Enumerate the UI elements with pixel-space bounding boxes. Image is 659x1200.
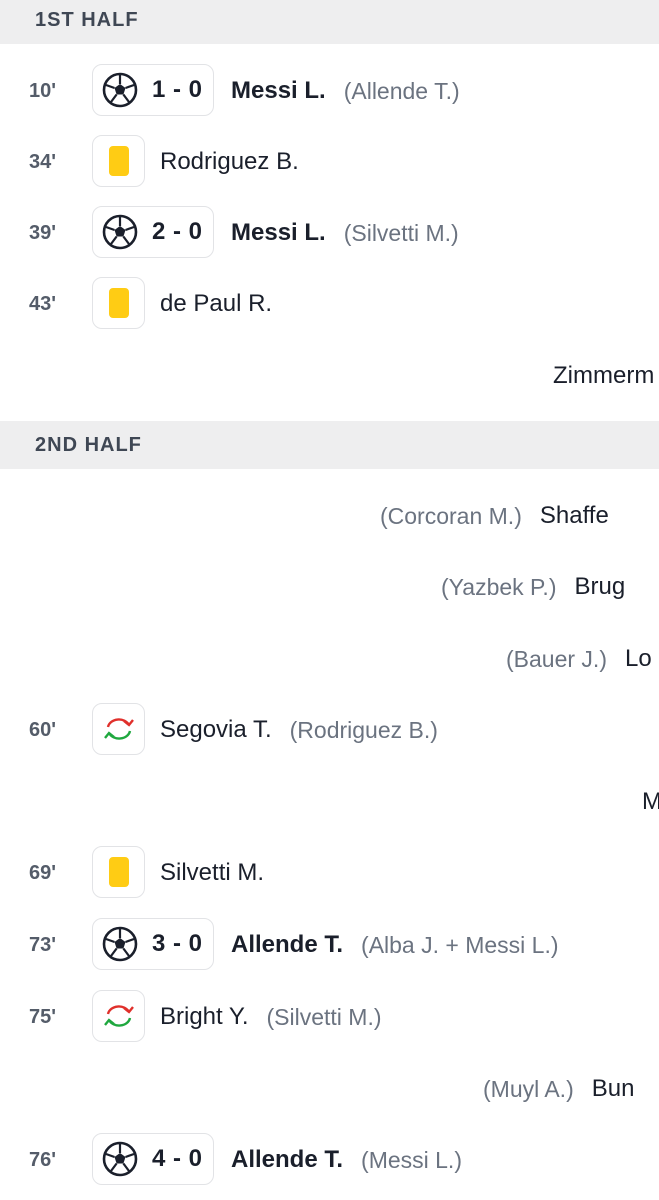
event-minute: 39' bbox=[29, 221, 57, 244]
player-name[interactable]: Shaffe bbox=[540, 502, 609, 530]
event-minute: 34' bbox=[29, 150, 57, 173]
goal-badge: 4 - 0 bbox=[92, 1133, 214, 1185]
event-text: Allende T. (Alba J. + Messi L.) bbox=[231, 931, 559, 959]
event-text: Rodriguez B. bbox=[160, 148, 299, 176]
event-text: de Paul R. bbox=[160, 290, 272, 318]
event-text: Silvetti M. bbox=[160, 859, 264, 887]
player-name[interactable]: Bun bbox=[592, 1075, 635, 1103]
player-name[interactable]: Rodriguez B. bbox=[160, 148, 299, 176]
away-event-row[interactable]: (Bauer J.) Lo bbox=[506, 645, 652, 673]
event-minute: 10' bbox=[29, 79, 57, 102]
player-in-name[interactable]: Bright Y. bbox=[160, 1003, 249, 1031]
assist-name[interactable]: (Muyl A.) bbox=[483, 1076, 574, 1103]
event-text: Allende T. (Messi L.) bbox=[231, 1146, 462, 1174]
yellow-card-icon bbox=[108, 288, 129, 318]
substitution-badge bbox=[92, 703, 145, 755]
yellow-card-icon bbox=[108, 146, 129, 176]
event-row-substitution[interactable]: 60' Segovia T. (Rodriguez B.) bbox=[0, 703, 659, 757]
event-row-yellow-card[interactable]: 43' de Paul R. bbox=[0, 277, 659, 331]
event-minute: 73' bbox=[29, 933, 57, 956]
event-text: Messi L. (Allende T.) bbox=[231, 77, 460, 105]
player-name[interactable]: de Paul R. bbox=[160, 290, 272, 318]
event-minute: 76' bbox=[29, 1148, 57, 1171]
event-minute: 43' bbox=[29, 292, 57, 315]
soccer-ball-icon bbox=[102, 72, 138, 108]
score: 3 - 0 bbox=[152, 930, 203, 957]
substitution-icon bbox=[102, 714, 136, 744]
player-name[interactable]: Brug bbox=[574, 573, 625, 601]
player-out-name[interactable]: (Silvetti M.) bbox=[267, 1004, 382, 1031]
soccer-ball-icon bbox=[102, 214, 138, 250]
score: 2 - 0 bbox=[152, 218, 203, 245]
event-minute: 75' bbox=[29, 1005, 57, 1028]
card-badge bbox=[92, 846, 145, 898]
player-name[interactable]: Allende T. bbox=[231, 1146, 343, 1174]
soccer-ball-icon bbox=[102, 1141, 138, 1177]
assist-name[interactable]: (Allende T.) bbox=[344, 78, 460, 105]
event-text: Messi L. (Silvetti M.) bbox=[231, 219, 459, 247]
score: 1 - 0 bbox=[152, 76, 203, 103]
substitution-icon bbox=[102, 1001, 136, 1031]
section-header-first-half: 1ST HALF bbox=[0, 0, 659, 44]
player-name[interactable]: Messi L. bbox=[231, 77, 326, 105]
event-row-goal[interactable]: 39' 2 - 0 Messi L. (Silvetti M.) bbox=[0, 206, 659, 260]
section-header-second-half: 2ND HALF bbox=[0, 421, 659, 469]
goal-badge: 2 - 0 bbox=[92, 206, 214, 258]
away-event-row[interactable]: (Yazbek P.) Brug bbox=[441, 573, 625, 601]
player-name[interactable]: Allende T. bbox=[231, 931, 343, 959]
player-out-name[interactable]: (Rodriguez B.) bbox=[290, 717, 438, 744]
away-event-row[interactable]: Zimmerm bbox=[553, 362, 654, 390]
player-name[interactable]: Messi L. bbox=[231, 219, 326, 247]
soccer-ball-icon bbox=[102, 926, 138, 962]
event-minute: 60' bbox=[29, 718, 57, 741]
event-text: Segovia T. (Rodriguez B.) bbox=[160, 716, 438, 744]
assist-name[interactable]: (Silvetti M.) bbox=[344, 220, 459, 247]
event-row-goal[interactable]: 10' 1 - 0 Messi L. (Allende T.) bbox=[0, 64, 659, 118]
away-event-row[interactable]: (Corcoran M.) Shaffe bbox=[380, 502, 609, 530]
event-row-yellow-card[interactable]: 34' Rodriguez B. bbox=[0, 135, 659, 189]
goal-badge: 3 - 0 bbox=[92, 918, 214, 970]
event-row-goal[interactable]: 73' 3 - 0 Allende T. (Alba J. + Messi L.… bbox=[0, 918, 659, 972]
goal-badge: 1 - 0 bbox=[92, 64, 214, 116]
card-badge bbox=[92, 277, 145, 329]
score: 4 - 0 bbox=[152, 1145, 203, 1172]
event-row-substitution[interactable]: 75' Bright Y. (Silvetti M.) bbox=[0, 990, 659, 1044]
card-badge bbox=[92, 135, 145, 187]
player-name[interactable]: Lo bbox=[625, 645, 652, 673]
assist-name[interactable]: (Messi L.) bbox=[361, 1147, 462, 1174]
assist-name[interactable]: (Bauer J.) bbox=[506, 646, 607, 673]
section-title: 1ST HALF bbox=[35, 8, 139, 31]
player-name[interactable]: Zimmerm bbox=[553, 362, 654, 390]
away-event-row[interactable]: (Muyl A.) Bun bbox=[483, 1075, 634, 1103]
player-in-name[interactable]: Segovia T. bbox=[160, 716, 272, 744]
assist-name[interactable]: (Alba J. + Messi L.) bbox=[361, 932, 558, 959]
player-name[interactable]: Silvetti M. bbox=[160, 859, 264, 887]
section-title: 2ND HALF bbox=[35, 433, 142, 456]
away-event-row[interactable]: M bbox=[642, 788, 659, 816]
substitution-badge bbox=[92, 990, 145, 1042]
event-minute: 69' bbox=[29, 861, 57, 884]
event-row-goal[interactable]: 76' 4 - 0 Allende T. (Messi L.) bbox=[0, 1133, 659, 1187]
event-row-yellow-card[interactable]: 69' Silvetti M. bbox=[0, 846, 659, 900]
yellow-card-icon bbox=[108, 857, 129, 887]
assist-name[interactable]: (Corcoran M.) bbox=[380, 503, 522, 530]
event-text: Bright Y. (Silvetti M.) bbox=[160, 1003, 382, 1031]
player-name[interactable]: M bbox=[642, 788, 659, 816]
assist-name[interactable]: (Yazbek P.) bbox=[441, 574, 556, 601]
